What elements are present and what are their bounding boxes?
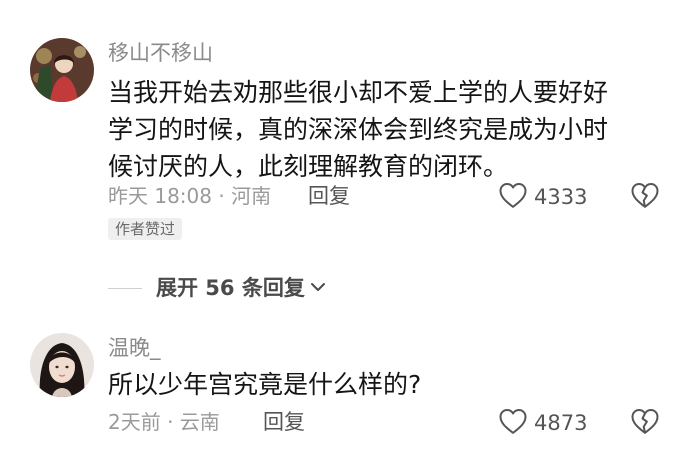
comment-text-line: 学习的时候，真的深深体会到终究是成为小时 [108,115,609,144]
dislike-button[interactable] [630,407,660,439]
like-button[interactable]: 4873 [498,407,587,439]
heart-outline-icon [498,407,528,439]
comment-text-line: 候讨厌的人，此刻理解教育的闭环。 [108,152,509,181]
author-liked-badge: 作者赞过 [108,218,183,240]
like-count: 4873 [534,411,588,435]
comment-text-line: 当我开始去劝那些很小却不爱上学的人要好好 [108,78,609,107]
expand-replies-label: 展开 56 条回复 [156,276,305,300]
comment-text: 所以少年宫究竟是什么样的? [108,370,422,399]
broken-heart-icon [630,183,660,213]
comment-meta: 昨天 18:08 · 河南 [108,184,272,208]
avatar[interactable] [30,333,94,397]
comment-text: 当我开始去劝那些很小却不爱上学的人要好好 学习的时候，真的深深体会到终究是成为小… [108,74,608,185]
avatar[interactable] [30,38,94,102]
chevron-down-icon [309,279,327,298]
divider [108,287,142,289]
dislike-button[interactable] [630,181,660,213]
reply-button[interactable]: 回复 [263,409,305,435]
comment-section: 移山不移山 当我开始去劝那些很小却不爱上学的人要好好 学习的时候，真的深深体会到… [0,0,690,461]
like-button[interactable]: 4333 [498,181,587,213]
comment-username[interactable]: 移山不移山 [108,40,213,66]
comment-username[interactable]: 温晚_ [108,335,161,361]
reply-button[interactable]: 回复 [308,183,350,209]
comment-meta: 2天前 · 云南 [108,410,220,434]
expand-replies-button[interactable]: 展开 56 条回复 [108,275,327,301]
heart-outline-icon [498,181,528,213]
like-count: 4333 [534,185,588,209]
broken-heart-icon [630,409,660,439]
